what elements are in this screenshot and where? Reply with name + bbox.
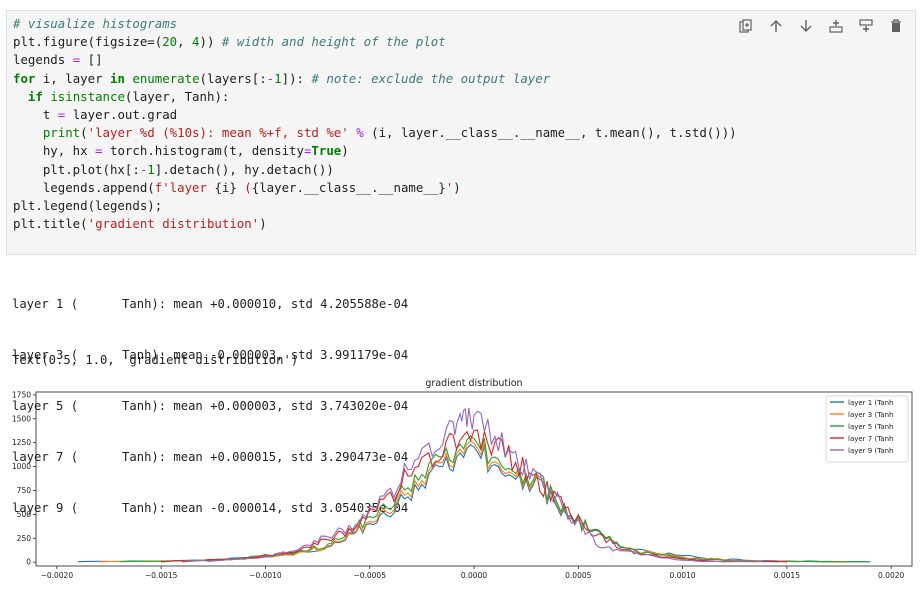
y-tick-label: 1500 xyxy=(12,414,31,423)
y-tick-label: 750 xyxy=(17,486,32,495)
duplicate-cell-icon[interactable] xyxy=(737,17,755,35)
x-tick-label: −0.0005 xyxy=(353,571,386,580)
y-tick-label: 1000 xyxy=(12,462,31,471)
move-down-icon[interactable] xyxy=(797,17,815,35)
move-up-icon[interactable] xyxy=(767,17,785,35)
x-tick-label: −0.0015 xyxy=(145,571,178,580)
insert-above-icon[interactable] xyxy=(827,17,845,35)
y-tick-label: 0 xyxy=(26,558,31,567)
legend-entry: layer 3 (Tanh xyxy=(848,411,893,419)
delete-icon[interactable] xyxy=(887,17,905,35)
x-tick-label: 0.0020 xyxy=(878,571,904,580)
insert-below-icon[interactable] xyxy=(857,17,875,35)
legend-entry: layer 9 (Tanh xyxy=(848,447,893,455)
y-tick-label: 1250 xyxy=(12,438,31,447)
x-tick-label: −0.0020 xyxy=(41,571,74,580)
y-tick-label: 250 xyxy=(17,534,32,543)
series-line xyxy=(77,443,871,563)
plot-output: gradient distribution −0.0020 −0.0015 −0.00… xyxy=(0,372,921,590)
gradient-distribution-chart: gradient distribution −0.0020 −0.0015 −0.00… xyxy=(12,378,913,580)
code-cell[interactable]: # visualize histograms plt.figure(figsiz… xyxy=(6,10,916,255)
series-line xyxy=(161,429,787,563)
x-tick-label: 0.0000 xyxy=(461,571,487,580)
chart-title: gradient distribution xyxy=(425,378,522,389)
x-tick-label: −0.0010 xyxy=(249,571,282,580)
legend-entry: layer 1 (Tanh xyxy=(848,399,893,407)
output-line: layer 1 ( Tanh): mean +0.000010, std 4.2… xyxy=(12,297,409,311)
x-tick-label: 0.0015 xyxy=(774,571,800,580)
code-editor[interactable]: # visualize histograms plt.figure(figsiz… xyxy=(13,15,737,233)
x-tick-label: 0.0010 xyxy=(669,571,695,580)
legend-entry: layer 5 (Tanh xyxy=(848,423,893,431)
x-tick-label: 0.0005 xyxy=(565,571,591,580)
y-tick-label: 1750 xyxy=(12,390,31,399)
series-line xyxy=(98,440,850,563)
y-tick-label: 500 xyxy=(17,510,32,519)
legend-entry: layer 7 (Tanh xyxy=(848,435,893,443)
execute-result: Text(0.5, 1.0, 'gradient distribution') xyxy=(12,353,299,367)
cell-toolbar xyxy=(737,17,905,35)
series-line xyxy=(119,435,871,563)
